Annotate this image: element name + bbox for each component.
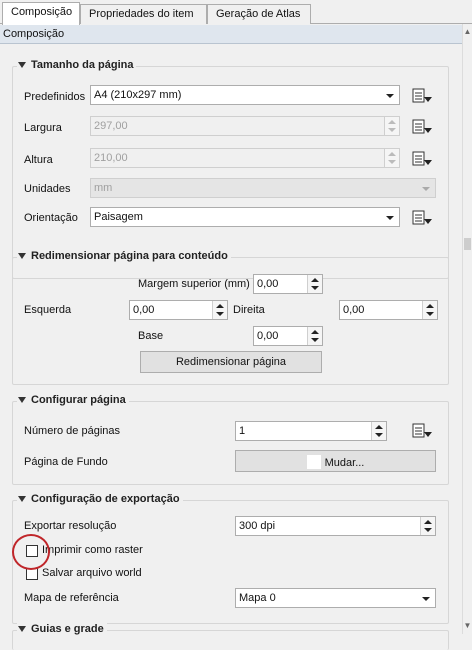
predef-label: Predefinidos <box>24 91 86 103</box>
orientation-combo[interactable]: Paisagem <box>90 207 400 227</box>
orientation-value: Paisagem <box>94 211 143 223</box>
spin-up-icon[interactable] <box>311 330 319 334</box>
group-guides-grid-title: Guias e grade <box>31 623 104 635</box>
spin-up-icon[interactable] <box>388 152 396 156</box>
composition-panel: Tamanho da página Predefinidos A4 (210x2… <box>0 45 462 650</box>
left-margin-label: Esquerda <box>24 304 72 316</box>
spin-up-icon[interactable] <box>216 304 224 308</box>
width-label: Largura <box>24 122 62 134</box>
tab-bar: Composição Propriedades do item Geração … <box>0 0 472 25</box>
bottom-margin-label: Base <box>138 330 164 342</box>
collapse-triangle-icon[interactable] <box>18 252 26 259</box>
reference-map-label: Mapa de referência <box>24 592 119 604</box>
spin-down-icon[interactable] <box>388 160 396 164</box>
spin-up-icon[interactable] <box>311 278 319 282</box>
collapse-triangle-icon[interactable] <box>18 625 26 632</box>
vertical-scrollbar[interactable]: ▲ ▼ <box>462 24 472 634</box>
page-count-spinbox[interactable]: 1 <box>235 421 387 441</box>
chevron-down-icon <box>386 216 394 220</box>
panel-title: Composição <box>0 25 462 44</box>
spin-up-icon[interactable] <box>424 520 432 524</box>
predef-combo[interactable]: A4 (210x297 mm) <box>90 85 400 105</box>
background-page-label: Página de Fundo <box>24 456 108 468</box>
group-guides-grid-header[interactable]: Guias e grade <box>17 623 107 635</box>
scroll-thumb[interactable] <box>464 238 471 250</box>
collapse-triangle-icon[interactable] <box>18 495 26 502</box>
group-resize-page-title: Redimensionar página para conteúdo <box>31 250 228 262</box>
reference-map-combo[interactable]: Mapa 0 <box>235 588 436 608</box>
spin-down-icon[interactable] <box>388 128 396 132</box>
top-margin-label: Margem superior (mm) <box>138 278 250 290</box>
reference-map-value: Mapa 0 <box>239 592 276 604</box>
data-defined-override-icon[interactable] <box>411 209 433 227</box>
right-margin-label: Direita <box>233 304 265 316</box>
spin-down-icon[interactable] <box>216 312 224 316</box>
tab-item-properties[interactable]: Propriedades do item <box>80 4 207 24</box>
spin-up-icon[interactable] <box>388 120 396 124</box>
data-defined-override-icon[interactable] <box>411 422 433 440</box>
chevron-down-icon <box>422 187 430 191</box>
height-spinbox[interactable]: 210,00 <box>90 148 400 168</box>
scroll-up-icon[interactable]: ▲ <box>463 26 472 38</box>
height-label: Altura <box>24 154 53 166</box>
data-defined-override-icon[interactable] <box>411 150 433 168</box>
change-background-label: Mudar... <box>324 457 365 469</box>
collapse-triangle-icon[interactable] <box>18 396 26 403</box>
group-configure-page-header[interactable]: Configurar página <box>17 394 129 406</box>
export-resolution-label: Exportar resolução <box>24 520 117 532</box>
export-resolution-value: 300 dpi <box>239 520 276 532</box>
top-margin-value: 0,00 <box>257 278 279 290</box>
units-combo[interactable]: mm <box>90 178 436 198</box>
right-margin-value: 0,00 <box>343 304 365 316</box>
group-export-settings-header[interactable]: Configuração de exportação <box>17 493 183 505</box>
collapse-triangle-icon[interactable] <box>18 61 26 68</box>
bottom-margin-value: 0,00 <box>257 330 279 342</box>
tab-atlas-generation[interactable]: Geração de Atlas <box>207 4 311 24</box>
change-background-button[interactable]: Mudar... <box>235 450 436 472</box>
predef-value: A4 (210x297 mm) <box>94 89 182 101</box>
tab-composition[interactable]: Composição <box>2 2 80 25</box>
width-spinbox[interactable]: 297,00 <box>90 116 400 136</box>
left-margin-value: 0,00 <box>133 304 155 316</box>
spin-up-icon[interactable] <box>426 304 434 308</box>
background-color-swatch <box>306 455 321 469</box>
spin-down-icon[interactable] <box>311 338 319 342</box>
group-page-size-title: Tamanho da página <box>31 59 134 71</box>
scroll-down-icon[interactable]: ▼ <box>463 620 472 632</box>
group-guides-grid: Guias e grade <box>12 623 449 650</box>
group-export-settings-title: Configuração de exportação <box>31 493 180 505</box>
group-configure-page: Configurar página Número de páginas 1 Pá… <box>12 394 449 485</box>
spin-down-icon[interactable] <box>426 312 434 316</box>
group-page-size-header[interactable]: Tamanho da página <box>17 59 137 71</box>
spin-down-icon[interactable] <box>375 433 383 437</box>
spin-down-icon[interactable] <box>424 528 432 532</box>
group-page-size: Tamanho da página Predefinidos A4 (210x2… <box>12 59 449 279</box>
group-export-settings: Configuração de exportação Exportar reso… <box>12 493 449 624</box>
height-value: 210,00 <box>94 152 128 164</box>
print-as-raster-label[interactable]: Imprimir como raster <box>42 544 143 556</box>
spin-down-icon[interactable] <box>311 286 319 290</box>
units-label: Unidades <box>24 183 71 195</box>
spin-up-icon[interactable] <box>375 425 383 429</box>
data-defined-override-icon[interactable] <box>411 87 433 105</box>
resize-page-button[interactable]: Redimensionar página <box>140 351 322 373</box>
width-value: 297,00 <box>94 120 128 132</box>
save-world-file-label[interactable]: Salvar arquivo world <box>42 567 142 579</box>
group-resize-page-header[interactable]: Redimensionar página para conteúdo <box>17 250 231 262</box>
left-margin-spinbox[interactable]: 0,00 <box>129 300 228 320</box>
chevron-down-icon <box>386 94 394 98</box>
units-value: mm <box>94 182 113 194</box>
page-count-label: Número de páginas <box>24 425 121 437</box>
group-resize-page: Redimensionar página para conteúdo Marge… <box>12 250 449 385</box>
data-defined-override-icon[interactable] <box>411 118 433 136</box>
chevron-down-icon <box>422 597 430 601</box>
group-configure-page-title: Configurar página <box>31 394 126 406</box>
export-resolution-spinbox[interactable]: 300 dpi <box>235 516 436 536</box>
right-margin-spinbox[interactable]: 0,00 <box>339 300 438 320</box>
orientation-label: Orientação <box>24 212 78 224</box>
page-count-value: 1 <box>239 425 246 437</box>
highlight-circle <box>12 534 50 570</box>
top-margin-spinbox[interactable]: 0,00 <box>253 274 323 294</box>
bottom-margin-spinbox[interactable]: 0,00 <box>253 326 323 346</box>
